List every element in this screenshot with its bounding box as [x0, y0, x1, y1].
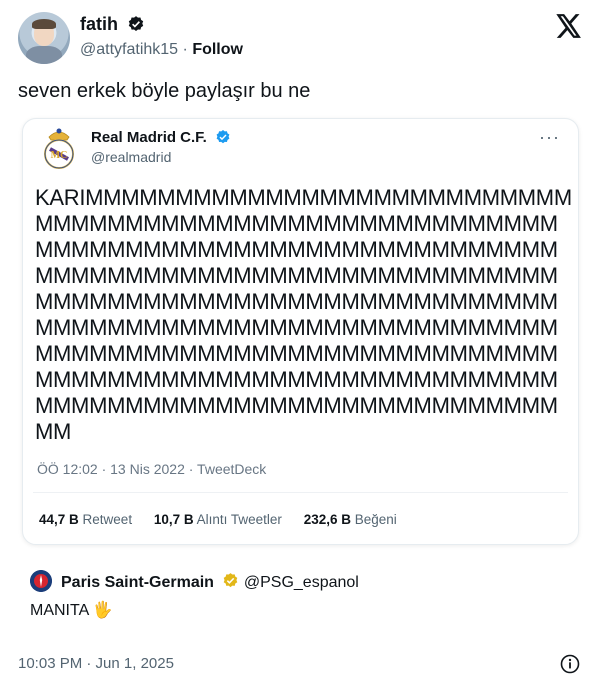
retweet-count[interactable]: 44,7 B Retweet — [39, 512, 132, 527]
avatar[interactable] — [18, 12, 70, 64]
gold-verified-badge-icon — [224, 573, 238, 588]
author-name[interactable]: fatih — [80, 14, 145, 35]
author-handle[interactable]: @attyfatihk15 — [80, 41, 178, 58]
quoted-tweet-meta: ÖÖ 12:02 · 13 Nis 2022 · TweetDeck — [37, 461, 267, 477]
reply-author[interactable]: Paris Saint-Germain @PSG_espanol — [61, 572, 359, 592]
like-count[interactable]: 232,6 B Beğeni — [304, 512, 397, 527]
engagement-stats: 44,7 B Retweet 10,7 B Alıntı Tweetler 23… — [39, 512, 415, 527]
more-options-icon[interactable]: ··· — [539, 127, 560, 148]
follow-button[interactable]: Follow — [192, 41, 243, 58]
tweet-timestamp[interactable]: 10:03 PM · Jun 1, 2025 — [18, 655, 174, 672]
verified-badge-icon — [128, 16, 144, 31]
verified-badge-icon — [216, 130, 230, 144]
quoted-tweet-text: KARIMMMMMMMMMMMMMMMMMMMMMMMMMMMMMMMMMMMM… — [35, 185, 572, 444]
quote-tweet-count[interactable]: 10,7 B Alıntı Tweetler — [154, 512, 282, 527]
quoted-tweet-card[interactable]: MC Real Madrid C.F. @realmadrid ··· KARI… — [22, 118, 579, 545]
tweet-header: fatih @attyfatihk15 · Follow — [18, 12, 584, 66]
quoted-author-name[interactable]: Real Madrid C.F. — [91, 129, 231, 146]
reply-text: MANITA 🖐 — [30, 602, 113, 619]
tweet-text: seven erkek böyle paylaşır bu ne — [18, 80, 311, 102]
psg-crest-icon — [30, 570, 52, 592]
quoted-author-handle[interactable]: @realmadrid — [91, 149, 171, 165]
real-madrid-crest-icon: MC — [44, 128, 74, 169]
author-handle-row: @attyfatihk15 · Follow — [80, 41, 243, 58]
svg-text:MC: MC — [51, 150, 68, 161]
reply-handle[interactable]: @PSG_espanol — [244, 574, 359, 591]
info-icon[interactable] — [560, 654, 580, 674]
divider — [33, 492, 568, 493]
x-logo-icon[interactable] — [556, 14, 582, 38]
